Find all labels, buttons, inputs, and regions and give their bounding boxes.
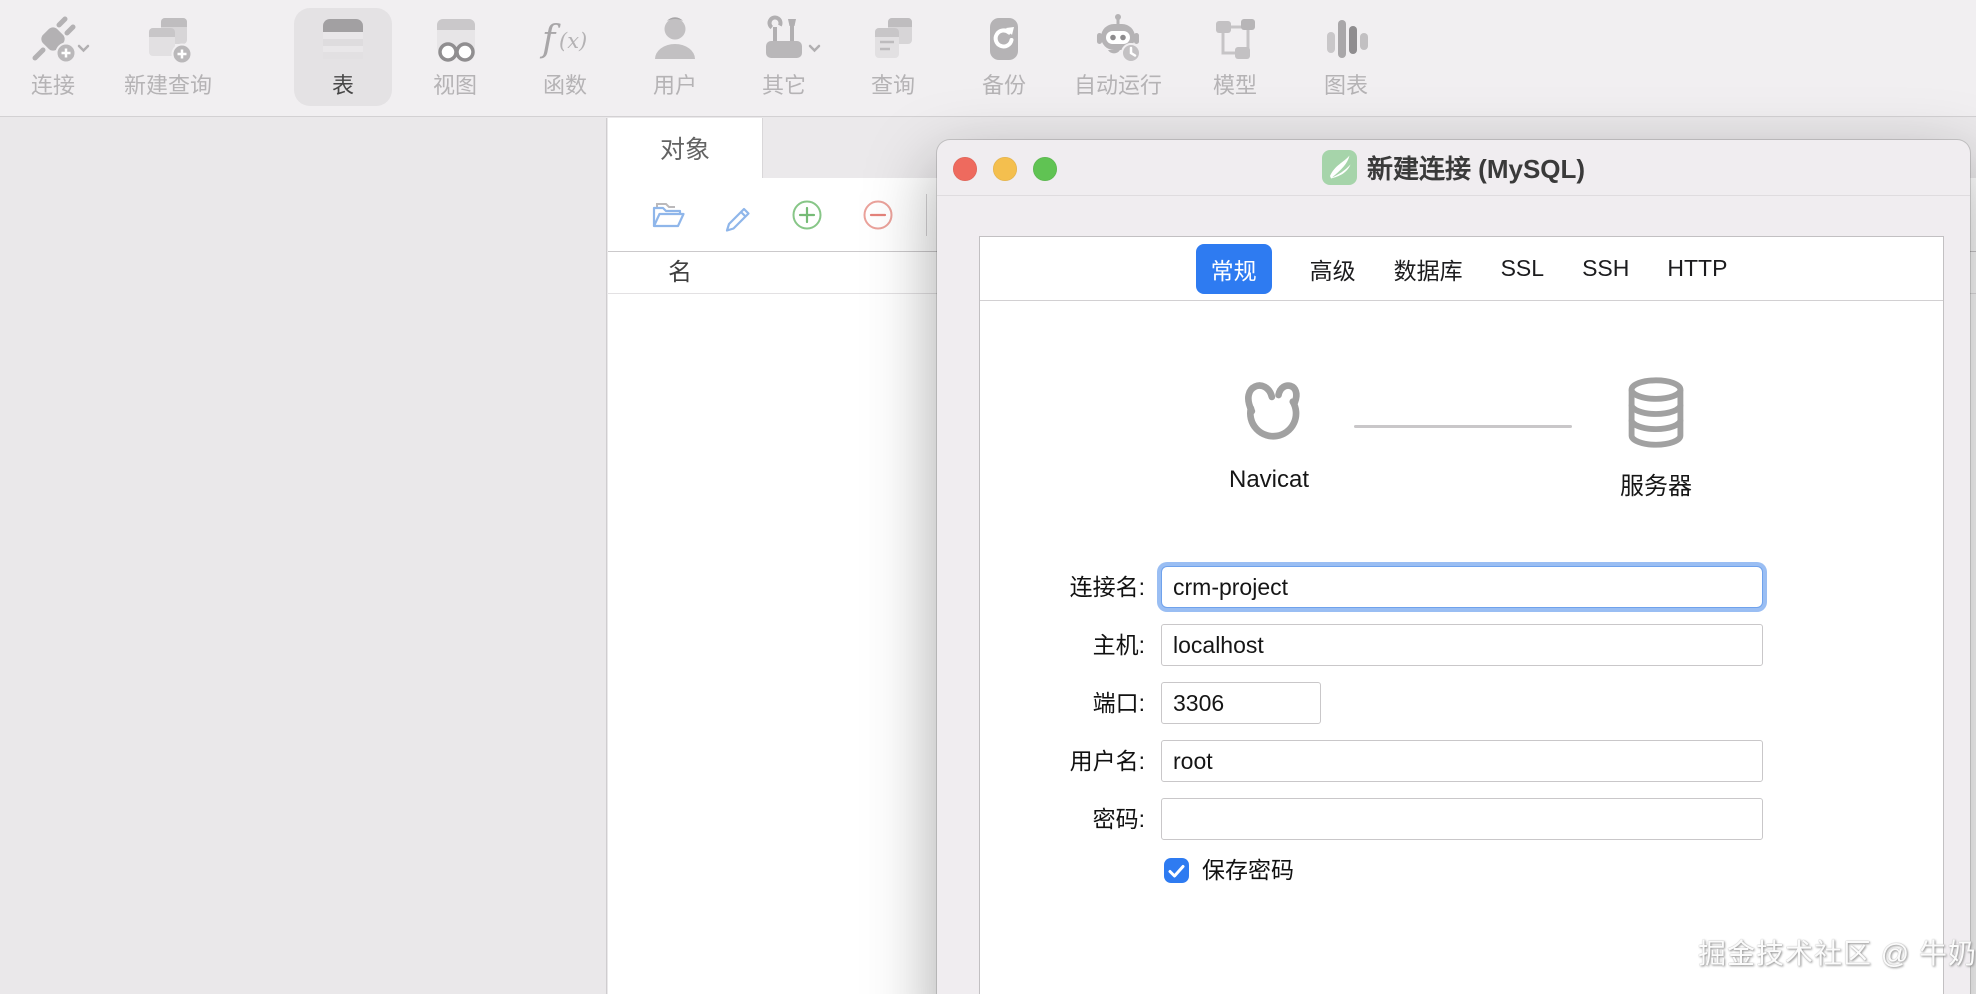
save-password-label: 保存密码 (1202, 857, 1294, 883)
password-label: 密码: (1092, 806, 1145, 832)
main-toolbar: 连接 新建查询 表 视图 f (x) 函数 用户 其它 查询 备份 自动运行 模… (0, 0, 1976, 117)
edit-connection-button[interactable] (717, 195, 757, 235)
toolbar-item-label: 连接 (30, 73, 75, 98)
host-input[interactable] (1161, 624, 1763, 666)
toolbar-item-table[interactable]: 表 (294, 8, 392, 106)
host-label: 主机: (1092, 632, 1145, 658)
toolbar-item-label: 备份 (981, 73, 1026, 98)
toolbar-item-query[interactable]: 查询 (844, 8, 942, 106)
query-icon (866, 12, 920, 66)
tab-ssl[interactable]: SSL (1501, 247, 1544, 290)
robot-icon (1091, 12, 1145, 66)
app-window: 连接 新建查询 表 视图 f (x) 函数 用户 其它 查询 备份 自动运行 模… (0, 0, 1976, 994)
toolbar-item-model[interactable]: 模型 (1186, 8, 1284, 106)
toolbar-item-backup[interactable]: 备份 (955, 8, 1053, 106)
tab-databases[interactable]: 数据库 (1394, 244, 1463, 294)
toolbar-item-label: 自动运行 (1073, 73, 1163, 98)
minimize-button[interactable] (993, 157, 1017, 181)
connection-line (1354, 425, 1572, 428)
user-icon (648, 12, 702, 66)
server-node: 服务器 (1596, 373, 1716, 501)
dialog-titlebar[interactable]: 新建连接 (MySQL) (937, 140, 1970, 196)
toolbar-item-new-query[interactable]: 新建查询 (102, 8, 234, 106)
plus-circle-icon (792, 200, 822, 230)
tab-advanced[interactable]: 高级 (1310, 244, 1356, 294)
view-icon (428, 12, 482, 66)
toolbar-item-view[interactable]: 视图 (406, 8, 504, 106)
open-folder-icon (652, 203, 685, 228)
toolbar-item-label: 新建查询 (123, 73, 213, 98)
tools-icon (757, 12, 821, 66)
navicat-node: Navicat (1209, 375, 1329, 494)
connection-name-input[interactable] (1161, 566, 1763, 608)
toolbar-item-connection[interactable]: 连接 (4, 8, 102, 106)
toolbar-item-label: 用户 (652, 73, 697, 98)
minus-circle-icon (863, 200, 893, 230)
toolbar-item-label: 查询 (870, 73, 915, 98)
chart-icon (1319, 12, 1373, 66)
toolbar-item-label: 视图 (432, 73, 477, 98)
plug-icon (26, 12, 90, 66)
toolbar-item-label: 模型 (1212, 73, 1257, 98)
pencil-icon (725, 207, 750, 232)
toolbar-separator (926, 194, 927, 236)
toolbar-item-user[interactable]: 用户 (626, 8, 724, 106)
server-label: 服务器 (1620, 473, 1692, 500)
add-connection-button[interactable] (787, 195, 827, 235)
column-header-name: 名 (668, 259, 692, 286)
table-icon (316, 12, 370, 66)
dialog-title: 新建连接 (MySQL) (1321, 149, 1586, 186)
username-label: 用户名: (1069, 748, 1145, 774)
chevron-down-icon (808, 40, 821, 58)
window-controls (937, 157, 1057, 181)
watermark-text: 掘金技术社区 @ 牛奶 (1698, 938, 1976, 969)
toolbar-item-chart[interactable]: 图表 (1297, 8, 1395, 106)
remove-connection-button[interactable] (858, 195, 898, 235)
zoom-button[interactable] (1033, 157, 1057, 181)
connections-sidebar (0, 118, 607, 994)
port-label: 端口: (1092, 690, 1145, 716)
toolbar-item-function[interactable]: f (x) 函数 (516, 8, 614, 106)
dialog-tab-bar: 常规 高级 数据库 SSL SSH HTTP (980, 237, 1943, 301)
close-button[interactable] (953, 157, 977, 181)
password-input[interactable] (1161, 798, 1763, 840)
tab-objects-label: 对象 (659, 136, 710, 164)
tab-ssh[interactable]: SSH (1582, 247, 1629, 290)
navicat-label: Navicat (1228, 466, 1310, 493)
username-input[interactable] (1161, 740, 1763, 782)
function-icon: f (x) (538, 12, 592, 66)
tab-general[interactable]: 常规 (1195, 243, 1272, 294)
toolbar-item-label: 表 (331, 73, 354, 98)
mysql-icon (1321, 150, 1357, 185)
port-input[interactable] (1161, 682, 1321, 724)
toolbar-item-automation[interactable]: 自动运行 (1052, 8, 1184, 106)
open-folder-button[interactable] (647, 195, 687, 235)
dialog-title-text: 新建连接 (MySQL) (1366, 154, 1586, 184)
toolbar-item-label: 其它 (761, 73, 806, 98)
chevron-down-icon (77, 40, 90, 58)
tab-http[interactable]: HTTP (1667, 247, 1727, 290)
database-icon (1628, 377, 1684, 448)
check-icon (1168, 864, 1185, 877)
new-query-icon (141, 12, 195, 66)
svg-text:f: f (539, 19, 561, 60)
svg-text:(x): (x) (559, 29, 587, 53)
tab-objects[interactable]: 对象 (608, 118, 763, 178)
backup-icon (977, 12, 1031, 66)
toolbar-item-other[interactable]: 其它 (735, 8, 833, 106)
toolbar-item-label: 图表 (1323, 73, 1368, 98)
toolbar-item-label: 函数 (542, 73, 587, 98)
navicat-logo-icon (1245, 382, 1300, 440)
connection-name-label: 连接名: (1069, 574, 1145, 600)
save-password-checkbox[interactable] (1164, 858, 1189, 883)
new-connection-dialog: 新建连接 (MySQL) 常规 高级 数据库 SSL SSH HTTP Navi… (937, 140, 1970, 994)
model-icon (1208, 12, 1262, 66)
dialog-content: 常规 高级 数据库 SSL SSH HTTP Navicat 服务器 连接名: … (979, 236, 1944, 994)
